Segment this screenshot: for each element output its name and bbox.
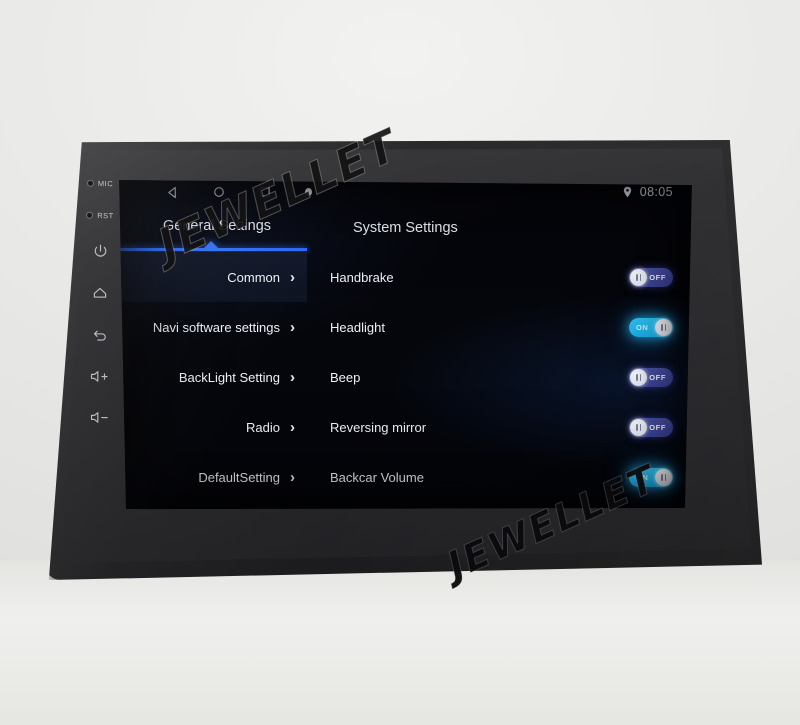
menu-item-backlight-setting-label: BackLight Setting	[178, 369, 280, 385]
back-button[interactable]	[78, 313, 122, 357]
home-icon	[93, 288, 107, 299]
tab-general-settings[interactable]: General Settings	[163, 218, 271, 234]
status-right-group: 08:05	[623, 185, 673, 199]
mic-led-icon	[86, 180, 94, 188]
table-row[interactable]: Reversing mirror OFF	[314, 402, 693, 452]
chevron-right-icon: ›	[290, 468, 295, 486]
chevron-right-icon: ›	[290, 318, 295, 336]
toggle-knob-icon	[655, 469, 672, 486]
list-item[interactable]: Navi software settings ›	[120, 302, 307, 352]
power-button[interactable]	[78, 231, 122, 273]
active-tab-indicator	[120, 248, 307, 251]
menu-item-defaultsetting-label: DefaultSetting	[198, 469, 280, 485]
active-tab-caret-icon	[204, 241, 218, 248]
table-row[interactable]: Handbrake OFF	[314, 252, 693, 302]
volume-up-icon	[90, 371, 108, 382]
volume-up-button[interactable]	[78, 356, 122, 398]
setting-beep-label: Beep	[330, 369, 361, 385]
setting-backcar-volume-label: Backcar Volume	[330, 469, 424, 485]
status-clock: 08:05	[639, 185, 673, 199]
menu-item-radio-label: Radio	[246, 419, 280, 435]
list-item[interactable]: Common ›	[120, 252, 307, 302]
hardware-key-strip: MIC RST	[78, 168, 122, 439]
list-item[interactable]: Radio ›	[120, 402, 307, 452]
location-pin-icon	[623, 186, 632, 198]
toggle-backcar-volume[interactable]: ON	[629, 468, 673, 487]
toggle-beep[interactable]: OFF	[629, 368, 673, 387]
home-button[interactable]	[78, 272, 122, 314]
toggle-handbrake[interactable]: OFF	[629, 268, 673, 287]
toggle-backcar-volume-state: ON	[636, 472, 649, 482]
reset-label: RST	[97, 210, 114, 221]
toggle-knob-icon	[655, 319, 672, 336]
mic-indicator: MIC	[78, 168, 122, 201]
table-row[interactable]: Backcar Volume ON	[314, 452, 693, 502]
toggle-headlight-state: ON	[636, 322, 649, 332]
dot-icon[interactable]	[305, 188, 312, 196]
list-item[interactable]: BackLight Setting ›	[120, 352, 307, 402]
table-row[interactable]: Headlight ON	[314, 302, 693, 352]
reset-button[interactable]: RST	[78, 199, 122, 232]
setting-handbrake-label: Handbrake	[330, 269, 394, 285]
toggle-headlight[interactable]: ON	[629, 318, 673, 337]
square-icon[interactable]	[259, 186, 271, 198]
chevron-right-icon: ›	[290, 368, 295, 386]
setting-headlight-label: Headlight	[330, 319, 385, 335]
toggle-reversing-mirror[interactable]: OFF	[629, 418, 673, 437]
setting-reversing-mirror-label: Reversing mirror	[330, 419, 427, 435]
tab-system-settings[interactable]: System Settings	[353, 220, 458, 236]
toggle-knob-icon	[630, 269, 647, 286]
triangle-left-icon[interactable]	[166, 186, 179, 199]
list-item[interactable]: DefaultSetting ›	[120, 452, 307, 502]
navigation-buttons	[166, 186, 312, 199]
reset-led-icon	[86, 211, 94, 219]
touchscreen-display[interactable]: 08:05 General Settings System Settings C…	[118, 176, 693, 518]
volume-down-button[interactable]	[78, 397, 122, 439]
mic-label: MIC	[97, 179, 114, 189]
volume-down-icon	[90, 412, 108, 423]
toggle-knob-icon	[630, 369, 647, 386]
menu-item-navi-software-settings-label: Navi software settings	[152, 319, 280, 335]
menu-item-common-label: Common	[227, 269, 280, 285]
general-settings-list: Common › Navi software settings › BackLi…	[120, 252, 307, 502]
back-icon	[93, 330, 106, 341]
chevron-right-icon: ›	[290, 268, 295, 286]
chevron-right-icon: ›	[290, 418, 295, 436]
table-row[interactable]: Beep OFF	[314, 352, 693, 402]
circle-icon[interactable]	[213, 186, 225, 198]
system-settings-list: Handbrake OFF Headlight ON Beep OFF Reve…	[314, 252, 693, 502]
toggle-knob-icon	[630, 419, 647, 436]
power-icon	[94, 244, 106, 257]
